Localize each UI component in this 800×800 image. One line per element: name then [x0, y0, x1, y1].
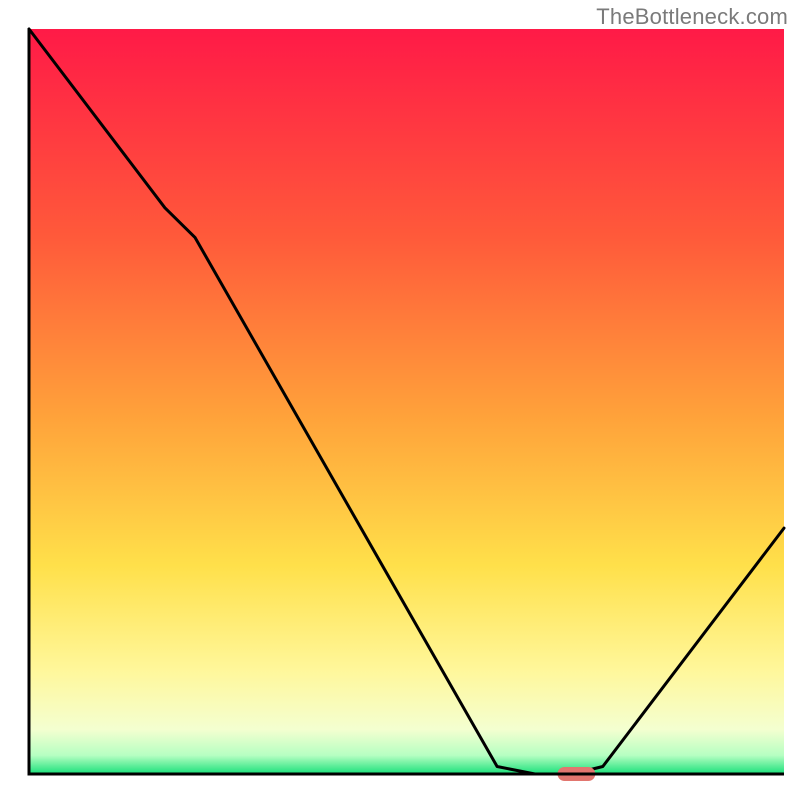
watermark-label: TheBottleneck.com — [596, 4, 788, 30]
plot-background — [29, 29, 784, 774]
chart-root: { "watermark": "TheBottleneck.com", "cha… — [0, 0, 800, 800]
bottleneck-chart — [0, 0, 800, 800]
